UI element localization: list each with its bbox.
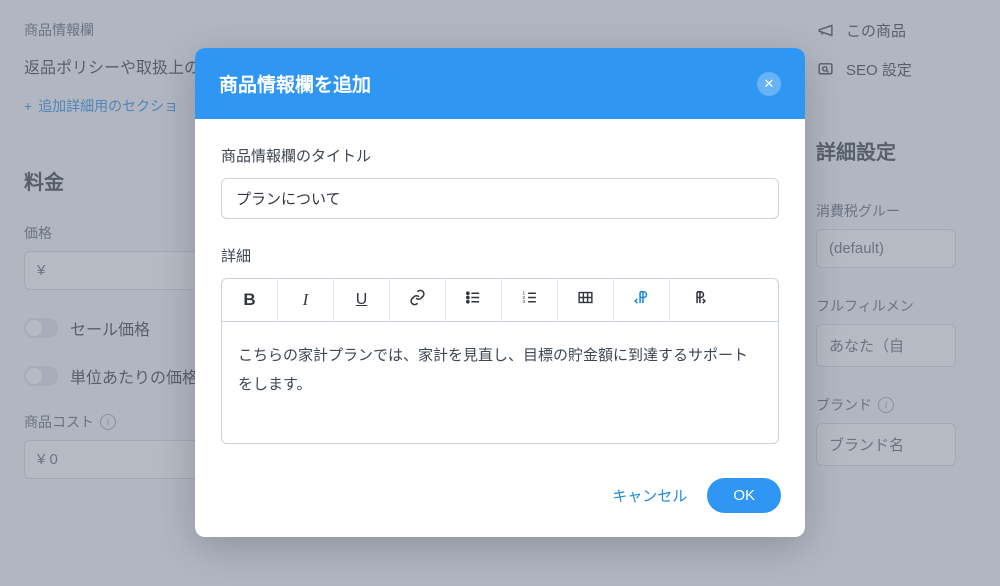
modal-title: 商品情報欄を追加 — [219, 70, 371, 97]
editor-toolbar: B I U — [221, 278, 779, 321]
underline-icon: U — [356, 291, 368, 309]
italic-icon: I — [303, 290, 309, 310]
modal-overlay: 商品情報欄を追加 ✕ 商品情報欄のタイトル 詳細 B I U — [0, 0, 1000, 586]
italic-button[interactable]: I — [278, 279, 334, 321]
rtl-icon — [633, 289, 650, 311]
link-icon — [409, 289, 426, 311]
close-button[interactable]: ✕ — [757, 72, 781, 96]
underline-button[interactable]: U — [334, 279, 390, 321]
ltr-button[interactable] — [670, 279, 726, 321]
cancel-button[interactable]: キャンセル — [612, 485, 687, 506]
table-icon — [577, 289, 594, 311]
ltr-icon — [690, 289, 707, 311]
ok-button[interactable]: OK — [707, 478, 781, 513]
close-icon: ✕ — [764, 77, 775, 90]
bullet-list-icon — [465, 289, 482, 311]
svg-text:3: 3 — [522, 299, 525, 305]
rtl-button[interactable] — [614, 279, 670, 321]
table-button[interactable] — [558, 279, 614, 321]
link-button[interactable] — [390, 279, 446, 321]
add-info-modal: 商品情報欄を追加 ✕ 商品情報欄のタイトル 詳細 B I U — [195, 48, 805, 537]
bold-icon: B — [243, 290, 255, 310]
title-field-label: 商品情報欄のタイトル — [221, 145, 779, 166]
bullet-list-button[interactable] — [446, 279, 502, 321]
title-input[interactable] — [221, 178, 779, 219]
number-list-icon: 123 — [521, 289, 538, 311]
detail-label: 詳細 — [221, 245, 779, 266]
number-list-button[interactable]: 123 — [502, 279, 558, 321]
bold-button[interactable]: B — [222, 279, 278, 321]
detail-editor[interactable]: こちらの家計プランでは、家計を見直し、目標の貯金額に到達するサポートをします。 — [221, 321, 779, 444]
